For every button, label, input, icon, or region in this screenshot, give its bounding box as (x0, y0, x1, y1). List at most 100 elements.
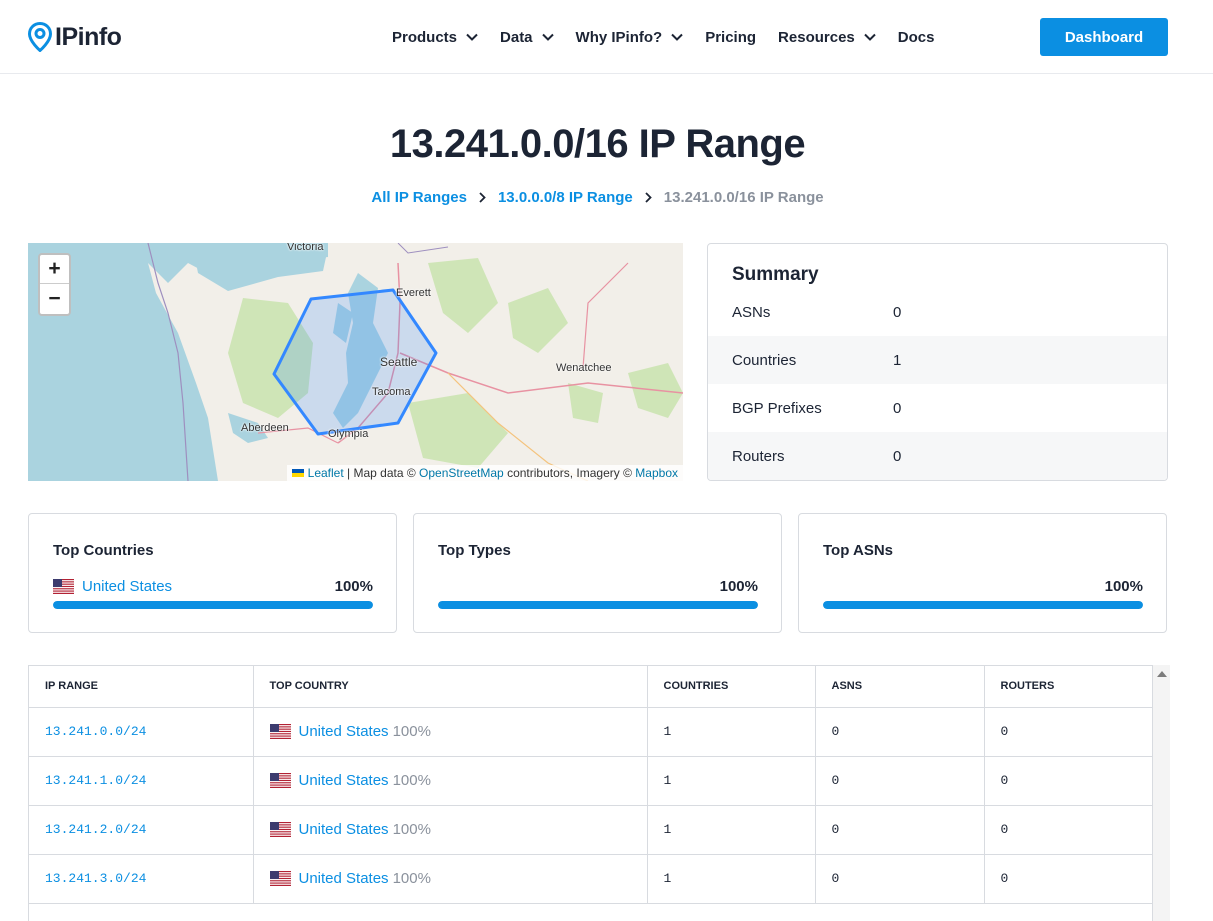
routers-cell: 0 (984, 854, 1152, 904)
us-flag-icon (269, 871, 291, 886)
summary-row-asns: ASNs 0 (708, 288, 1167, 336)
table-row: 13.241.1.0/24 United States 100% 1 0 0 (29, 756, 1152, 806)
summary-value: 0 (893, 303, 902, 321)
nav-why-ipinfo[interactable]: Why IPinfo? (576, 29, 684, 46)
countries-cell: 1 (647, 854, 816, 904)
column-header-countries: COUNTRIES (647, 666, 816, 708)
column-header-asns: ASNS (815, 666, 985, 708)
ip-range-link[interactable]: 13.241.3.0/24 (45, 871, 146, 886)
progress-bar-fill (438, 601, 758, 609)
card-row: 100% (823, 578, 1143, 596)
zoom-out-button[interactable]: − (40, 284, 69, 313)
chevron-down-icon (466, 33, 478, 41)
country-percent: 100% (392, 870, 431, 887)
ip-range-cell: 13.241.0.0/24 (29, 707, 254, 757)
country-link[interactable]: United States (299, 772, 389, 789)
chevron-right-icon (479, 192, 486, 203)
percent-value: 100% (334, 578, 373, 595)
nav-data[interactable]: Data (500, 29, 554, 46)
nav-data-label: Data (500, 28, 533, 46)
breadcrumb: All IP Ranges 13.0.0.0/8 IP Range 13.241… (0, 189, 1195, 206)
mapbox-link[interactable]: Mapbox (635, 466, 678, 480)
top-types-card: Top Types 100% (413, 513, 782, 633)
asns-cell: 0 (815, 854, 985, 904)
attribution-text-2: contributors, Imagery © (503, 466, 636, 480)
nav-pricing[interactable]: Pricing (705, 29, 756, 46)
progress-bar-fill (823, 601, 1143, 609)
scroll-up-arrow-icon[interactable] (1157, 671, 1167, 677)
attribution-text-1: | Map data © (343, 466, 420, 480)
summary-key: ASNs (732, 303, 771, 321)
us-flag-icon (269, 822, 291, 837)
chevron-down-icon (541, 33, 554, 41)
breadcrumb-current: 13.241.0.0/16 IP Range (663, 189, 824, 206)
country-link[interactable]: United States (299, 821, 389, 838)
percent-value: 100% (719, 578, 758, 595)
country-entry: United States 100% (269, 723, 647, 740)
ip-range-link[interactable]: 13.241.1.0/24 (45, 773, 146, 788)
map-label-seattle: Seattle (380, 355, 418, 369)
country-percent: 100% (392, 772, 431, 789)
progress-bar (438, 601, 758, 609)
top-country-cell: United States 100% (253, 756, 648, 806)
nav-resources[interactable]: Resources (778, 29, 876, 46)
zoom-in-button[interactable]: + (40, 255, 69, 284)
nav-why-ipinfo-label: Why IPinfo? (575, 28, 663, 46)
top-countries-card: Top Countries United States 100% (28, 513, 397, 633)
map-attribution: Leaflet | Map data © OpenStreetMap contr… (286, 465, 683, 481)
routers-cell: 0 (984, 805, 1152, 855)
countries-cell: 1 (647, 756, 816, 806)
progress-bar (53, 601, 373, 609)
nav-docs-label: Docs (897, 28, 935, 46)
openstreetmap-link[interactable]: OpenStreetMap (419, 466, 504, 480)
ip-ranges-table: IP RANGE TOP COUNTRY COUNTRIES ASNS ROUT… (29, 666, 1152, 904)
map-zoom-control: + − (38, 253, 71, 316)
scrollbar[interactable] (1153, 665, 1170, 921)
summary-value: 1 (893, 351, 902, 369)
map-label-victoria: Victoria (287, 243, 324, 253)
country-percent: 100% (392, 821, 431, 838)
ip-range-link[interactable]: 13.241.2.0/24 (45, 822, 146, 837)
summary-row-bgp-prefixes: BGP Prefixes 0 (708, 384, 1167, 432)
nav-pricing-label: Pricing (705, 28, 757, 46)
routers-cell: 0 (984, 707, 1152, 757)
map-label-tacoma: Tacoma (372, 386, 411, 398)
country-percent: 100% (392, 723, 431, 740)
leaflet-link[interactable]: Leaflet (308, 466, 344, 480)
nav-products[interactable]: Products (392, 29, 478, 46)
column-header-top-country: TOP COUNTRY (253, 666, 648, 708)
ip-range-cell: 13.241.1.0/24 (29, 756, 254, 806)
nav-docs[interactable]: Docs (898, 29, 935, 46)
ip-range-link[interactable]: 13.241.0.0/24 (45, 724, 146, 739)
dashboard-button[interactable]: Dashboard (1040, 18, 1168, 56)
us-flag-icon (53, 579, 74, 594)
table-header-row: IP RANGE TOP COUNTRY COUNTRIES ASNS ROUT… (29, 666, 1152, 708)
table-row: 13.241.2.0/24 United States 100% 1 0 0 (29, 805, 1152, 855)
progress-bar-fill (53, 601, 373, 609)
top-country-cell: United States 100% (253, 707, 648, 757)
country-link[interactable]: United States (299, 723, 389, 740)
ip-range-cell: 13.241.2.0/24 (29, 805, 254, 855)
table-body: 13.241.0.0/24 United States 100% 1 0 0 1… (29, 707, 1152, 904)
logo-text: IPinfo (55, 22, 122, 51)
country-entry: United States 100% (269, 772, 647, 789)
ip-range-map[interactable]: Victoria Everett Seattle Wenatchee Tacom… (28, 243, 683, 481)
main-nav: Products Data Why IPinfo? Pricing Resour… (392, 25, 956, 49)
country-name: United States (82, 578, 173, 595)
map-label-aberdeen: Aberdeen (241, 422, 289, 434)
ipinfo-logo[interactable]: IPinfo (28, 20, 122, 54)
us-flag-icon (269, 773, 291, 788)
map-label-everett: Everett (396, 287, 431, 299)
column-header-routers: ROUTERS (984, 666, 1152, 708)
country-link[interactable]: United States (299, 870, 389, 887)
top-country-cell: United States 100% (253, 805, 648, 855)
chevron-down-icon (864, 33, 876, 41)
country-entry[interactable]: United States (53, 578, 172, 595)
site-header: IPinfo Products Data Why IPinfo? Pricing… (0, 0, 1213, 74)
breadcrumb-parent-range[interactable]: 13.0.0.0/8 IP Range (498, 189, 633, 206)
ukraine-flag-icon (291, 469, 304, 477)
asns-cell: 0 (815, 805, 985, 855)
card-row: United States 100% (53, 578, 373, 596)
breadcrumb-all-ip-ranges[interactable]: All IP Ranges (371, 189, 467, 206)
card-row: 100% (438, 578, 758, 596)
